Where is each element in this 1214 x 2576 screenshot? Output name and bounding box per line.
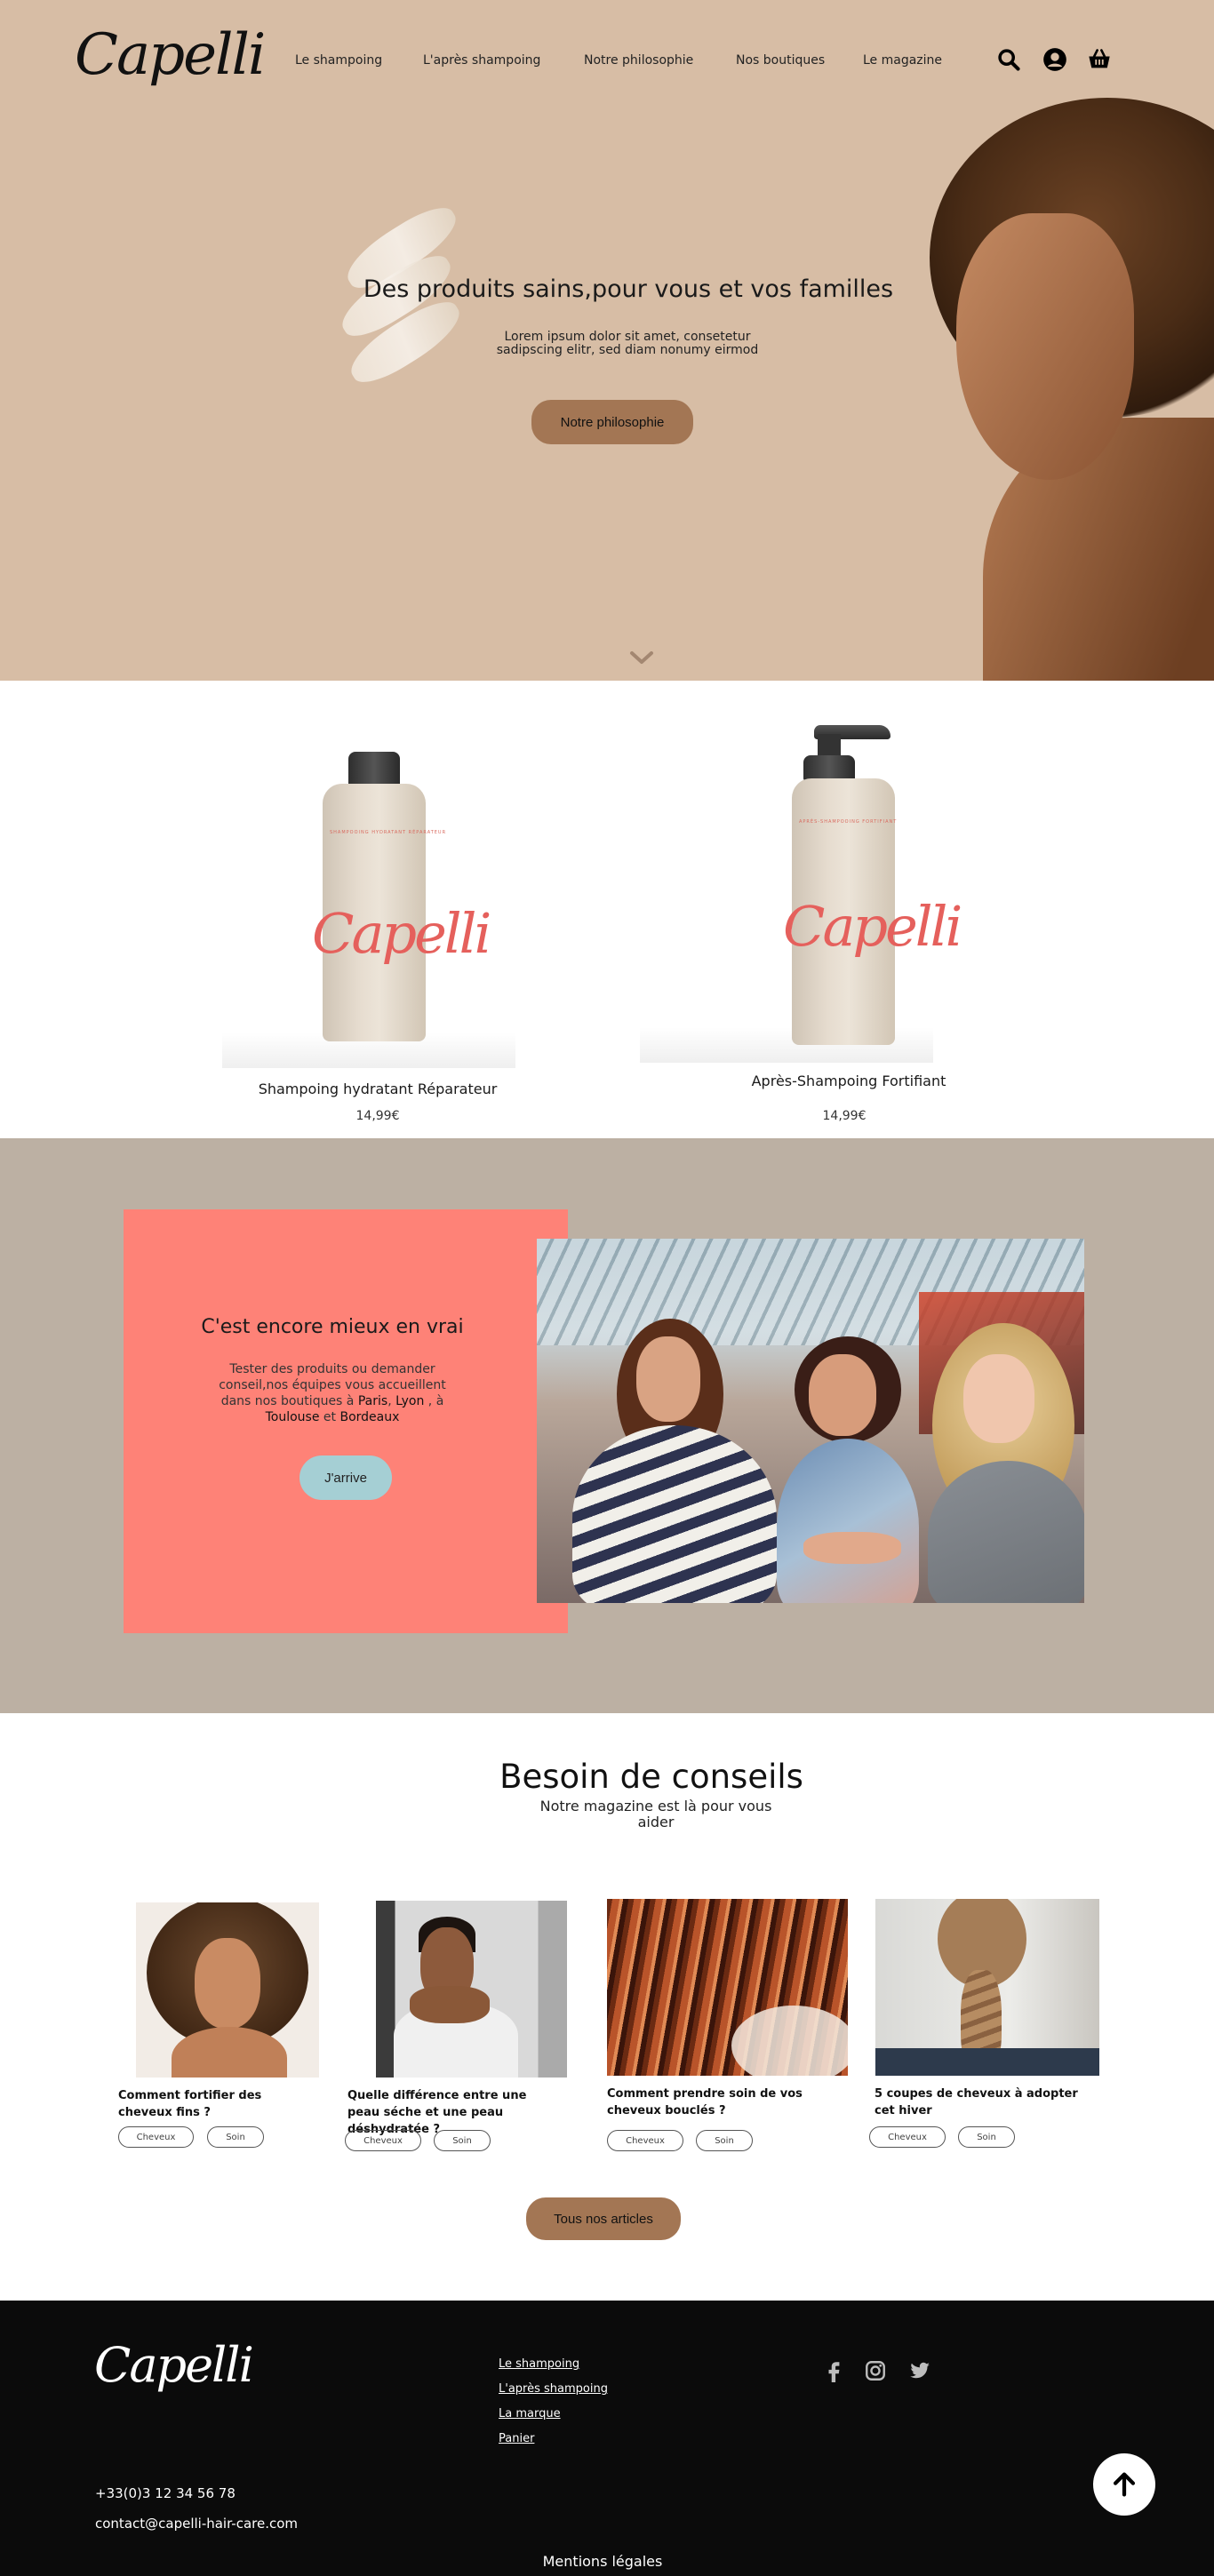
product-price: 14,99€ — [822, 1109, 867, 1123]
footer-email[interactable]: contact@capelli-hair-care.com — [95, 2516, 298, 2532]
hero-model-image — [894, 98, 1214, 681]
instagram-icon[interactable] — [862, 2357, 889, 2384]
tag-soin[interactable]: Soin — [958, 2126, 1015, 2148]
hero-text: Lorem ipsum dolor sit amet, consetetur s… — [496, 330, 759, 357]
nav-item-magazine[interactable]: Le magazine — [863, 53, 942, 68]
all-articles-button[interactable]: Tous nos articles — [526, 2197, 681, 2240]
tag-cheveux[interactable]: Cheveux — [869, 2126, 946, 2148]
product-name[interactable]: Après-Shampoing Fortifiant — [702, 1073, 995, 1089]
nav-item-shampoing[interactable]: Le shampoing — [295, 53, 382, 68]
store-visit-button[interactable]: J'arrive — [300, 1455, 392, 1500]
article-image[interactable] — [136, 1902, 319, 2078]
store-title: C'est encore mieux en vrai — [201, 1316, 464, 1338]
store-card: C'est encore mieux en vrai Tester des pr… — [124, 1209, 568, 1633]
bottle-cap — [348, 752, 400, 787]
facebook-icon[interactable] — [821, 2357, 848, 2384]
store-photo — [537, 1239, 1084, 1603]
twitter-icon[interactable] — [907, 2357, 933, 2384]
tag-soin[interactable]: Soin — [207, 2126, 264, 2148]
article-title[interactable]: Comment prendre soin de vos cheveux bouc… — [607, 2086, 803, 2119]
store-text: Tester des produits ou demander conseil,… — [219, 1362, 446, 1424]
product-image: APRÈS-SHAMPOOING FORTIFIANT Capelli — [783, 778, 962, 1045]
search-icon[interactable] — [995, 46, 1022, 73]
footer: Capelli Le shampoing L'après shampoing L… — [0, 2301, 1214, 2576]
tag-soin[interactable]: Soin — [434, 2130, 491, 2151]
city-lyon: Lyon — [395, 1394, 425, 1408]
advice-section: Besoin de conseils Notre magazine est là… — [0, 1713, 1214, 2301]
main-nav: Le shampoing L'après shampoing Notre phi… — [0, 53, 1214, 71]
hero-title: Des produits sains,pour vous et vos fami… — [363, 275, 894, 303]
bottle-label: APRÈS-SHAMPOOING FORTIFIANT — [799, 819, 898, 825]
product-card-apres-shampoing[interactable]: APRÈS-SHAMPOOING FORTIFIANT Capelli — [640, 725, 962, 1063]
article-title[interactable]: 5 coupes de cheveux à adopter cet hiver — [875, 2086, 1079, 2119]
tag-soin[interactable]: Soin — [696, 2130, 753, 2151]
nav-item-boutiques[interactable]: Nos boutiques — [736, 53, 825, 68]
article-image[interactable] — [376, 1901, 567, 2078]
tag-cheveux[interactable]: Cheveux — [345, 2130, 421, 2151]
product-name[interactable]: Shampoing hydratant Réparateur — [231, 1081, 524, 1097]
bottle-brand: Capelli — [312, 901, 491, 966]
advice-title: Besoin de conseils — [499, 1758, 803, 1796]
arrow-up-icon — [1113, 2472, 1136, 2497]
nav-item-apres-shampoing[interactable]: L'après shampoing — [423, 53, 540, 68]
hero-section: Capelli Le shampoing L'après shampoing N… — [0, 0, 1214, 681]
back-to-top-button[interactable] — [1093, 2453, 1155, 2516]
product-image: SHAMPOOING HYDRATANT RÉPARATEUR Capelli — [312, 784, 491, 1041]
nav-item-philosophie[interactable]: Notre philosophie — [584, 53, 693, 68]
footer-link-panier[interactable]: Panier — [499, 2432, 534, 2445]
footer-link-apres-shampoing[interactable]: L'après shampoing — [499, 2382, 608, 2396]
advice-subtitle: Notre magazine est là pour vous aider — [539, 1798, 772, 1830]
article-image[interactable] — [875, 1899, 1099, 2076]
store-section: C'est encore mieux en vrai Tester des pr… — [0, 1138, 1214, 1713]
footer-link-shampoing[interactable]: Le shampoing — [499, 2357, 579, 2371]
footer-logo[interactable]: Capelli — [94, 2341, 254, 2389]
legal-link[interactable]: Mentions légales — [0, 2553, 1205, 2570]
philosophy-button[interactable]: Notre philosophie — [531, 400, 693, 444]
article-title[interactable]: Comment fortifier des cheveux fins ? — [118, 2087, 318, 2121]
footer-link-marque[interactable]: La marque — [499, 2407, 561, 2420]
chevron-down-icon[interactable] — [629, 649, 654, 666]
products-section: SHAMPOOING HYDRATANT RÉPARATEUR Capelli … — [0, 681, 1214, 1138]
tag-cheveux[interactable]: Cheveux — [607, 2130, 683, 2151]
user-icon[interactable] — [1042, 46, 1068, 73]
city-toulouse: Toulouse — [265, 1410, 320, 1424]
city-bordeaux: Bordeaux — [339, 1410, 400, 1424]
footer-phone[interactable]: +33(0)3 12 34 56 78 — [95, 2485, 236, 2501]
product-card-shampoing[interactable]: SHAMPOOING HYDRATANT RÉPARATEUR Capelli — [222, 752, 515, 1068]
basket-icon[interactable] — [1086, 46, 1113, 73]
product-price: 14,99€ — [355, 1109, 400, 1123]
article-image[interactable] — [607, 1899, 848, 2076]
bottle-label: SHAMPOOING HYDRATANT RÉPARATEUR — [330, 830, 447, 835]
city-paris: Paris — [357, 1394, 388, 1408]
bottle-brand: Capelli — [783, 894, 962, 959]
tag-cheveux[interactable]: Cheveux — [118, 2126, 194, 2148]
